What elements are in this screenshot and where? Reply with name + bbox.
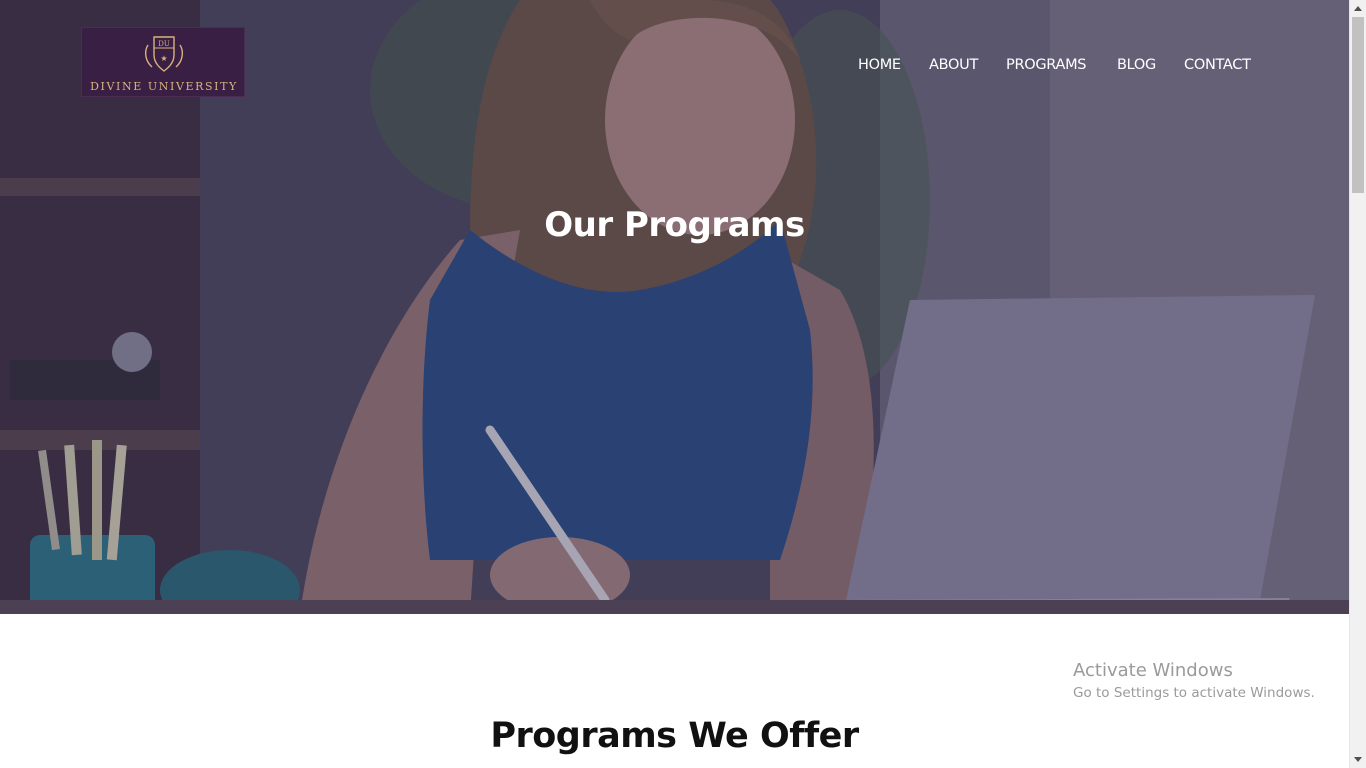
scrollbar-thumb[interactable] [1352, 17, 1364, 193]
page-viewport: DU ★ DIVINE UNIVERSITY HOME ABOUT PROGRA… [0, 0, 1349, 768]
nav-item-about[interactable]: ABOUT [929, 55, 978, 75]
hero-title: Our Programs [544, 205, 805, 245]
vertical-scrollbar[interactable] [1349, 0, 1366, 768]
svg-text:★: ★ [160, 54, 167, 63]
crest-icon: DU ★ [144, 36, 184, 72]
svg-text:DU: DU [158, 40, 170, 48]
nav-item-home[interactable]: HOME [858, 55, 901, 75]
hero-banner: DU ★ DIVINE UNIVERSITY HOME ABOUT PROGRA… [0, 0, 1349, 614]
logo-wordmark: DIVINE UNIVERSITY [90, 80, 238, 93]
browser-page: DU ★ DIVINE UNIVERSITY HOME ABOUT PROGRA… [0, 0, 1366, 768]
windows-activation-watermark: Activate Windows Go to Settings to activ… [1073, 660, 1315, 704]
activation-subtext: Go to Settings to activate Windows. [1073, 685, 1315, 701]
section-title-programs: Programs We Offer [490, 716, 859, 756]
scroll-up-arrow-icon[interactable] [1354, 6, 1362, 11]
scroll-down-arrow-icon[interactable] [1354, 757, 1362, 762]
university-logo[interactable]: DU ★ DIVINE UNIVERSITY [81, 27, 245, 97]
nav-item-blog[interactable]: BLOG [1117, 55, 1156, 75]
nav-item-contact[interactable]: CONTACT [1184, 55, 1251, 75]
activation-heading: Activate Windows [1073, 660, 1233, 681]
nav-item-programs[interactable]: PROGRAMS [1006, 55, 1087, 75]
